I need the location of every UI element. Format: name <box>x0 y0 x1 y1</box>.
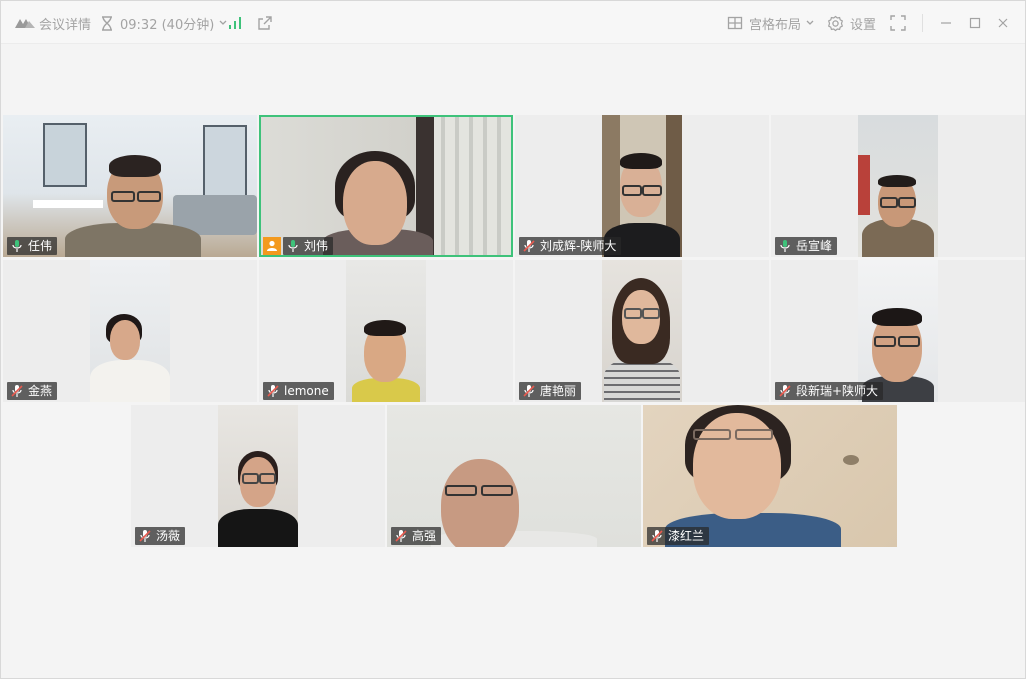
video-grid: 任伟 刘伟 刘成辉-陕师大 岳宣峰 金燕 lemone 唐艳丽 段新瑞+陕师大 … <box>1 43 1025 678</box>
video-tile[interactable]: 汤薇 <box>131 405 385 547</box>
mic-off-icon <box>522 239 536 253</box>
chevron-down-icon <box>219 20 227 26</box>
grid-layout-icon <box>727 15 743 31</box>
video-tile-active-speaker[interactable]: 刘伟 <box>259 115 513 257</box>
meeting-details-label: 会议详情 <box>39 17 92 33</box>
app-logo-icon <box>15 17 35 29</box>
share-button[interactable] <box>257 14 273 32</box>
minimize-button[interactable] <box>940 14 952 32</box>
video-tile[interactable]: 任伟 <box>3 115 257 257</box>
maximize-icon <box>969 17 981 29</box>
signal-bars-icon <box>228 16 242 30</box>
gear-icon <box>827 15 844 32</box>
participant-name-tag: 高强 <box>391 527 442 545</box>
meeting-window: 会议详情 09:32 (40分钟) 宫格布局 设置 任伟 刘伟 刘成辉-陕师大 … <box>0 0 1026 679</box>
participant-video <box>602 260 682 402</box>
participant-name: 汤薇 <box>156 529 181 543</box>
title-divider <box>922 14 923 32</box>
mic-off-icon <box>138 529 152 543</box>
participant-video <box>602 115 682 257</box>
video-tile[interactable]: 刘成辉-陕师大 <box>515 115 769 257</box>
video-tile[interactable]: 唐艳丽 <box>515 260 769 402</box>
fullscreen-icon <box>890 15 906 31</box>
close-icon <box>997 17 1009 29</box>
participant-video <box>387 405 641 547</box>
participant-video <box>3 115 257 257</box>
participant-video <box>346 260 426 402</box>
video-tile[interactable]: 金燕 <box>3 260 257 402</box>
mic-off-icon <box>778 384 792 398</box>
host-icon <box>267 240 277 251</box>
meeting-duration-label: 09:32 (40分钟) <box>120 17 215 33</box>
participant-video <box>858 260 938 402</box>
maximize-button[interactable] <box>969 14 981 32</box>
video-tile[interactable]: 高强 <box>387 405 641 547</box>
mic-off-icon <box>10 384 24 398</box>
participant-name-tag: 汤薇 <box>135 527 186 545</box>
participant-name: 段新瑞+陕师大 <box>796 384 879 398</box>
participant-name: 高强 <box>412 529 437 543</box>
participant-name: 金燕 <box>28 384 53 398</box>
participant-name-tag: 任伟 <box>7 237 58 255</box>
participant-name-tag: 刘成辉-陕师大 <box>519 237 622 255</box>
layout-label: 宫格布局 <box>749 17 802 33</box>
network-signal[interactable] <box>228 14 242 32</box>
video-tile[interactable]: 漆红兰 <box>643 405 897 547</box>
chevron-down-icon <box>806 20 814 26</box>
mic-on-icon <box>10 239 24 253</box>
mic-off-icon <box>522 384 536 398</box>
settings-label: 设置 <box>850 17 877 33</box>
participant-video <box>218 405 298 547</box>
fullscreen-button[interactable] <box>890 14 906 32</box>
meeting-details-button[interactable]: 会议详情 <box>15 14 92 33</box>
settings-button[interactable]: 设置 <box>827 14 877 33</box>
minimize-icon <box>940 17 952 29</box>
hourglass-icon <box>101 15 113 31</box>
mic-off-icon <box>394 529 408 543</box>
participant-name-tag: 唐艳丽 <box>519 382 582 400</box>
mic-on-icon <box>286 239 300 253</box>
participant-name: 任伟 <box>28 239 53 253</box>
mic-off-icon <box>266 384 280 398</box>
host-badge <box>263 237 281 255</box>
participant-name-tag: 漆红兰 <box>647 527 710 545</box>
video-tile[interactable]: 岳宣峰 <box>771 115 1025 257</box>
participant-name-tag: lemone <box>263 382 334 400</box>
share-icon <box>257 15 273 31</box>
participant-name: 刘成辉-陕师大 <box>540 239 617 253</box>
participant-name-tag: 刘伟 <box>283 237 334 255</box>
participant-video <box>261 117 511 255</box>
participant-video <box>90 260 170 402</box>
participant-name: 唐艳丽 <box>540 384 577 398</box>
participant-video <box>858 115 938 257</box>
meeting-duration-button[interactable]: 09:32 (40分钟) <box>101 14 227 33</box>
participant-name-tag: 岳宣峰 <box>775 237 838 255</box>
participant-name-tag: 金燕 <box>7 382 58 400</box>
participant-name: 刘伟 <box>304 239 329 253</box>
participant-name: 岳宣峰 <box>796 239 833 253</box>
participant-name-tag: 段新瑞+陕师大 <box>775 382 884 400</box>
layout-selector[interactable]: 宫格布局 <box>727 14 814 33</box>
mic-on-icon <box>778 239 792 253</box>
title-bar: 会议详情 09:32 (40分钟) 宫格布局 设置 <box>1 1 1025 44</box>
mic-off-icon <box>650 529 664 543</box>
video-tile[interactable]: 段新瑞+陕师大 <box>771 260 1025 402</box>
video-tile[interactable]: lemone <box>259 260 513 402</box>
participant-video <box>643 405 897 547</box>
close-button[interactable] <box>997 14 1009 32</box>
participant-name: 漆红兰 <box>668 529 705 543</box>
participant-name: lemone <box>284 384 329 398</box>
